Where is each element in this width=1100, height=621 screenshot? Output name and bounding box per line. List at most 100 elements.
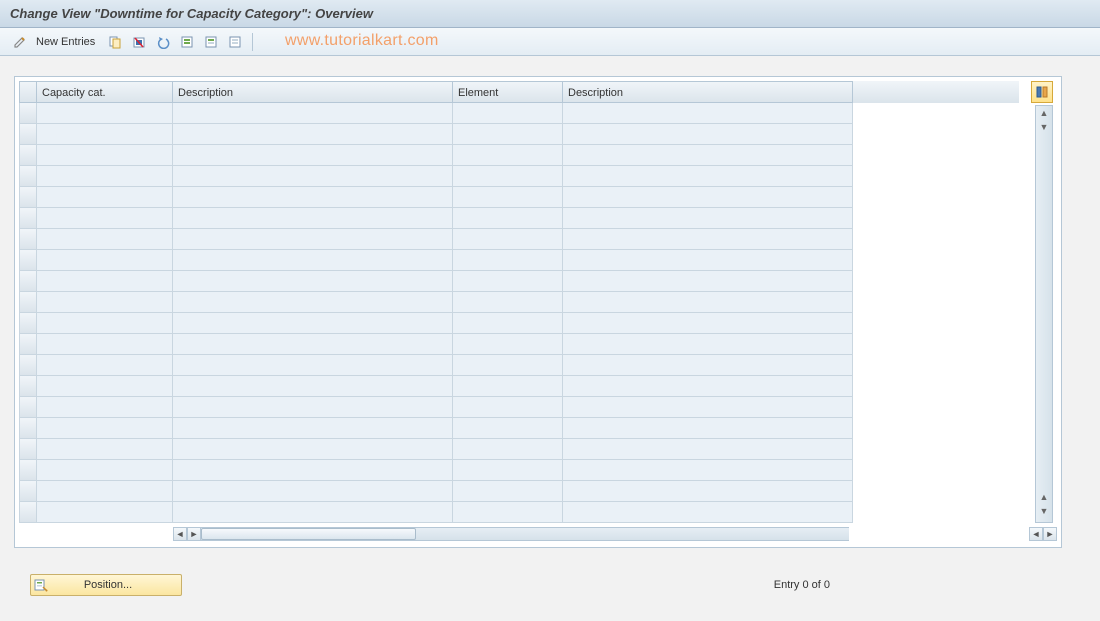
cell-element[interactable]	[453, 229, 563, 250]
scroll-left-icon[interactable]: ◄	[173, 527, 187, 541]
table-row[interactable]	[19, 292, 1019, 313]
cell-capacity-cat[interactable]	[37, 124, 173, 145]
cell-element[interactable]	[453, 187, 563, 208]
cell-capacity-cat[interactable]	[37, 292, 173, 313]
select-all-icon[interactable]	[177, 32, 197, 52]
cell-capacity-cat[interactable]	[37, 481, 173, 502]
cell-element[interactable]	[453, 376, 563, 397]
delete-icon[interactable]	[129, 32, 149, 52]
new-entries-button[interactable]: New Entries	[34, 36, 101, 48]
cell-description-2[interactable]	[563, 292, 853, 313]
row-selector[interactable]	[19, 166, 37, 187]
row-selector[interactable]	[19, 208, 37, 229]
deselect-all-icon[interactable]	[225, 32, 245, 52]
cell-description-1[interactable]	[173, 397, 453, 418]
scroll-up-icon-2[interactable]: ▲	[1040, 492, 1049, 506]
cell-description-1[interactable]	[173, 334, 453, 355]
cell-description-1[interactable]	[173, 187, 453, 208]
cell-element[interactable]	[453, 313, 563, 334]
row-selector[interactable]	[19, 103, 37, 124]
row-selector[interactable]	[19, 439, 37, 460]
cell-description-2[interactable]	[563, 334, 853, 355]
cell-element[interactable]	[453, 418, 563, 439]
row-selector[interactable]	[19, 271, 37, 292]
table-row[interactable]	[19, 229, 1019, 250]
cell-element[interactable]	[453, 124, 563, 145]
row-selector[interactable]	[19, 376, 37, 397]
cell-description-2[interactable]	[563, 439, 853, 460]
cell-description-2[interactable]	[563, 397, 853, 418]
table-row[interactable]	[19, 502, 1019, 523]
scroll-up-icon[interactable]: ▲	[1040, 108, 1049, 122]
column-header-capacity-cat[interactable]: Capacity cat.	[37, 81, 173, 103]
cell-capacity-cat[interactable]	[37, 502, 173, 523]
cell-capacity-cat[interactable]	[37, 145, 173, 166]
toggle-change-icon[interactable]	[10, 32, 30, 52]
cell-capacity-cat[interactable]	[37, 229, 173, 250]
cell-element[interactable]	[453, 502, 563, 523]
row-selector[interactable]	[19, 397, 37, 418]
scroll-down-icon-2[interactable]: ▼	[1040, 506, 1049, 520]
cell-description-2[interactable]	[563, 166, 853, 187]
table-row[interactable]	[19, 313, 1019, 334]
data-table[interactable]: Capacity cat. Description Element Descri…	[19, 81, 1019, 523]
table-row[interactable]	[19, 376, 1019, 397]
cell-description-2[interactable]	[563, 355, 853, 376]
cell-description-2[interactable]	[563, 229, 853, 250]
cell-description-1[interactable]	[173, 292, 453, 313]
cell-capacity-cat[interactable]	[37, 271, 173, 292]
cell-description-1[interactable]	[173, 166, 453, 187]
scroll-down-icon[interactable]: ▼	[1040, 122, 1049, 136]
cell-description-2[interactable]	[563, 124, 853, 145]
row-selector[interactable]	[19, 460, 37, 481]
table-row[interactable]	[19, 145, 1019, 166]
row-selector[interactable]	[19, 250, 37, 271]
row-selector[interactable]	[19, 334, 37, 355]
cell-description-2[interactable]	[563, 313, 853, 334]
cell-element[interactable]	[453, 334, 563, 355]
cell-description-1[interactable]	[173, 271, 453, 292]
cell-capacity-cat[interactable]	[37, 208, 173, 229]
cell-description-1[interactable]	[173, 103, 453, 124]
cell-description-1[interactable]	[173, 208, 453, 229]
table-row[interactable]	[19, 208, 1019, 229]
cell-element[interactable]	[453, 271, 563, 292]
table-settings-button[interactable]	[1031, 81, 1053, 103]
cell-description-1[interactable]	[173, 229, 453, 250]
scroll-right-icon[interactable]: ►	[187, 527, 201, 541]
cell-description-2[interactable]	[563, 481, 853, 502]
table-row[interactable]	[19, 397, 1019, 418]
table-row[interactable]	[19, 103, 1019, 124]
row-selector[interactable]	[19, 145, 37, 166]
row-selector[interactable]	[19, 502, 37, 523]
cell-description-2[interactable]	[563, 208, 853, 229]
table-row[interactable]	[19, 166, 1019, 187]
table-row[interactable]	[19, 250, 1019, 271]
cell-description-1[interactable]	[173, 313, 453, 334]
cell-description-2[interactable]	[563, 145, 853, 166]
table-row[interactable]	[19, 124, 1019, 145]
column-header-description-1[interactable]: Description	[173, 81, 453, 103]
table-row[interactable]	[19, 334, 1019, 355]
cell-element[interactable]	[453, 355, 563, 376]
cell-element[interactable]	[453, 397, 563, 418]
scroll-left-end-icon[interactable]: ◄	[1029, 527, 1043, 541]
cell-description-2[interactable]	[563, 103, 853, 124]
scroll-right-end-icon[interactable]: ►	[1043, 527, 1057, 541]
cell-description-1[interactable]	[173, 124, 453, 145]
table-row[interactable]	[19, 187, 1019, 208]
cell-capacity-cat[interactable]	[37, 250, 173, 271]
row-selector-header[interactable]	[19, 81, 37, 103]
cell-description-2[interactable]	[563, 418, 853, 439]
cell-capacity-cat[interactable]	[37, 313, 173, 334]
cell-capacity-cat[interactable]	[37, 460, 173, 481]
column-header-description-2[interactable]: Description	[563, 81, 853, 103]
table-row[interactable]	[19, 271, 1019, 292]
cell-description-1[interactable]	[173, 418, 453, 439]
cell-description-2[interactable]	[563, 502, 853, 523]
cell-description-2[interactable]	[563, 460, 853, 481]
cell-element[interactable]	[453, 103, 563, 124]
table-row[interactable]	[19, 355, 1019, 376]
cell-capacity-cat[interactable]	[37, 439, 173, 460]
horizontal-scrollbar[interactable]: ◄ ► ◄ ►	[19, 525, 1057, 543]
